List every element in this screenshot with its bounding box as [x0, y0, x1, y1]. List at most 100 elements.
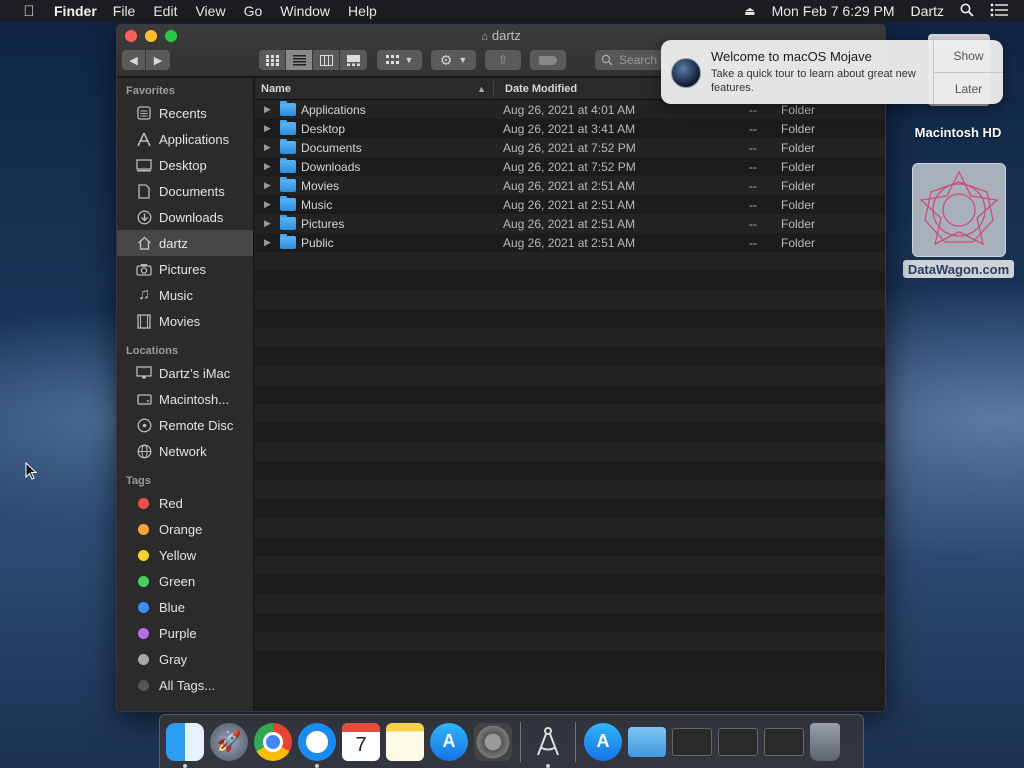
sidebar-item-pictures[interactable]: Pictures [117, 256, 253, 282]
disclosure-triangle-icon[interactable]: ▶ [264, 104, 271, 115]
apple-menu-icon[interactable]:  [18, 3, 40, 20]
sidebar: Favorites Recents Applications Desktop D… [117, 78, 254, 711]
dock-finder-icon[interactable] [166, 722, 204, 768]
sidebar-tag-green[interactable]: Green [117, 568, 253, 594]
disclosure-triangle-icon[interactable]: ▶ [264, 180, 271, 191]
disclosure-triangle-icon[interactable]: ▶ [264, 142, 271, 153]
back-button[interactable]: ◀ [122, 50, 146, 70]
dock-app-store-icon[interactable]: A [430, 722, 468, 761]
dock-app-store-installer-icon[interactable]: A [584, 722, 622, 761]
table-row[interactable]: ▶ Movies Aug 26, 2021 at 2:51 AM -- Folder [255, 176, 885, 195]
menu-go[interactable]: Go [244, 3, 263, 19]
sidebar-tag-gray[interactable]: Gray [117, 646, 253, 672]
macintosh-hd-label[interactable]: Macintosh HD [905, 125, 1011, 140]
sidebar-tag-all-tags[interactable]: All Tags... [117, 672, 253, 698]
file-rows: ▶ Applications Aug 26, 2021 at 4:01 AM -- Fo… [255, 100, 885, 670]
sidebar-item-movies[interactable]: Movies [117, 308, 253, 334]
action-button[interactable]: ⚙ ▼ [431, 50, 476, 70]
film-icon [135, 313, 153, 329]
row-kind: Folder [781, 179, 816, 193]
disclosure-triangle-icon[interactable]: ▶ [264, 199, 271, 210]
dock-system-preferences-icon[interactable] [474, 722, 512, 761]
sidebar-item-dartz[interactable]: dartz [117, 230, 253, 256]
disclosure-triangle-icon[interactable]: ▶ [264, 161, 271, 172]
row-size: -- [749, 141, 757, 155]
tags-button[interactable] [530, 50, 566, 70]
spotlight-search-icon[interactable] [960, 3, 974, 20]
sidebar-item-macintosh-hd[interactable]: Macintosh... [117, 386, 253, 412]
table-row[interactable]: ▶ Public Aug 26, 2021 at 2:51 AM -- Folder [255, 233, 885, 252]
empty-row [255, 290, 885, 309]
table-row[interactable]: ▶ Documents Aug 26, 2021 at 7:52 PM -- Folde… [255, 138, 885, 157]
notification-later-button[interactable]: Later [934, 72, 1003, 104]
disclosure-triangle-icon[interactable]: ▶ [264, 123, 271, 134]
clock[interactable]: Mon Feb 7 6:29 PM [772, 3, 895, 19]
dock-notes-icon[interactable] [386, 722, 424, 761]
user-menu[interactable]: Dartz [911, 3, 944, 19]
table-row[interactable]: ▶ Downloads Aug 26, 2021 at 7:52 PM -- Folde… [255, 157, 885, 176]
datawagon-icon[interactable] [912, 163, 1006, 257]
menu-window[interactable]: Window [280, 3, 330, 19]
notification-actions: Show Later [933, 40, 1003, 104]
row-kind: Folder [781, 122, 816, 136]
sidebar-item-imac[interactable]: Dartz’s iMac [117, 360, 253, 386]
row-date-modified: Aug 26, 2021 at 2:51 AM [503, 236, 636, 250]
column-header-name[interactable]: Name [261, 83, 291, 95]
eject-icon[interactable]: ⏏ [744, 4, 755, 18]
group-by-button[interactable]: ▼ [377, 50, 422, 70]
camera-icon [135, 261, 153, 277]
disclosure-triangle-icon[interactable]: ▶ [264, 237, 271, 248]
dock-minimized-window-icon[interactable] [764, 727, 804, 756]
sidebar-item-applications[interactable]: Applications [117, 126, 253, 152]
menu-file[interactable]: File [113, 3, 136, 19]
sidebar-item-remote-disc[interactable]: Remote Disc [117, 412, 253, 438]
dock-calendar-icon[interactable]: 7 [342, 722, 380, 761]
table-row[interactable]: ▶ Music Aug 26, 2021 at 2:51 AM -- Folder [255, 195, 885, 214]
sidebar-item-music[interactable]: ♫ Music [117, 282, 253, 308]
column-view-button[interactable] [313, 50, 340, 70]
dock-trash-icon[interactable] [810, 722, 840, 761]
sidebar-tag-red[interactable]: Red [117, 490, 253, 516]
sidebar-tag-yellow[interactable]: Yellow [117, 542, 253, 568]
dock-launchpad-icon[interactable]: 🚀 [210, 722, 248, 761]
sidebar-tag-purple[interactable]: Purple [117, 620, 253, 646]
gallery-view-button[interactable] [340, 50, 367, 70]
row-date-modified: Aug 26, 2021 at 2:51 AM [503, 198, 636, 212]
sidebar-tag-blue[interactable]: Blue [117, 594, 253, 620]
table-row[interactable]: ▶ Desktop Aug 26, 2021 at 3:41 AM -- Folder [255, 119, 885, 138]
nav-buttons: ◀ ▶ [122, 50, 170, 70]
disclosure-triangle-icon[interactable]: ▶ [264, 218, 271, 229]
disc-icon [135, 417, 153, 433]
dock-minimized-window-icon[interactable] [672, 727, 712, 756]
empty-row [255, 575, 885, 594]
forward-button[interactable]: ▶ [146, 50, 170, 70]
notification-show-button[interactable]: Show [934, 40, 1003, 72]
column-header-date-modified[interactable]: Date Modified [505, 83, 577, 95]
list-view-button[interactable] [286, 50, 313, 70]
notification-banner[interactable]: Welcome to macOS Mojave Take a quick tou… [661, 40, 1003, 104]
dock-safari-icon[interactable] [298, 722, 336, 768]
table-row[interactable]: ▶ Pictures Aug 26, 2021 at 2:51 AM -- Folder [255, 214, 885, 233]
sidebar-item-desktop[interactable]: Desktop [117, 152, 253, 178]
datawagon-label[interactable]: DataWagon.com [903, 260, 1014, 278]
sidebar-item-documents[interactable]: Documents [117, 178, 253, 204]
notification-center-icon[interactable] [990, 3, 1008, 20]
dock-utility-icon[interactable] [529, 723, 567, 768]
share-button[interactable]: ⇧ [485, 50, 521, 70]
row-name: Public [301, 236, 334, 250]
menu-help[interactable]: Help [348, 3, 377, 19]
icon-view-button[interactable] [259, 50, 286, 70]
dock-folder-icon[interactable] [628, 726, 666, 757]
menu-edit[interactable]: Edit [153, 3, 177, 19]
row-size: -- [749, 217, 757, 231]
dock-minimized-window-icon[interactable] [718, 727, 758, 756]
menu-view[interactable]: View [195, 3, 225, 19]
dock-chrome-icon[interactable] [254, 722, 292, 761]
sidebar-item-recents[interactable]: Recents [117, 100, 253, 126]
sidebar-item-downloads[interactable]: Downloads [117, 204, 253, 230]
sidebar-tag-orange[interactable]: Orange [117, 516, 253, 542]
sidebar-item-network[interactable]: Network [117, 438, 253, 464]
column-divider[interactable] [493, 81, 494, 97]
menu-app-finder[interactable]: Finder [54, 3, 97, 19]
tag-color-dot-icon [138, 549, 149, 561]
